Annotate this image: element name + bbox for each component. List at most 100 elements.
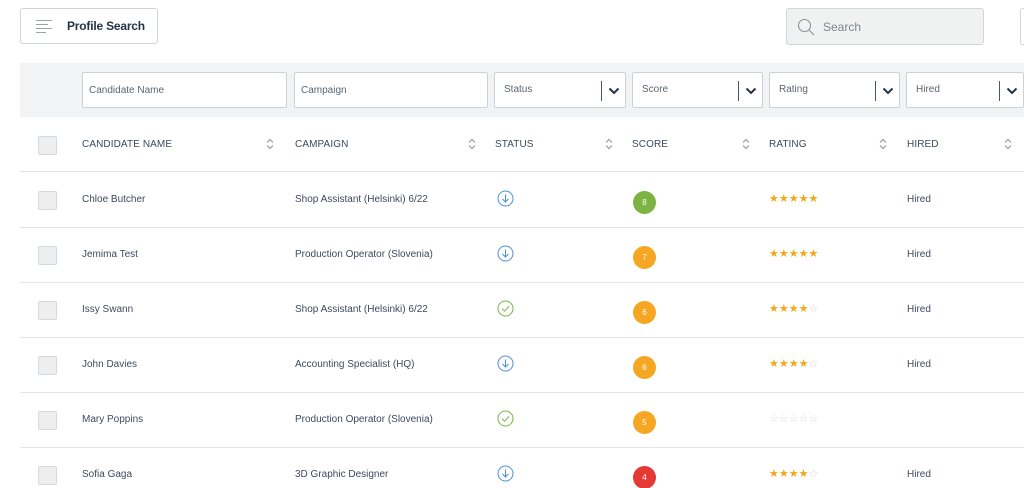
download-circle-icon[interactable] (497, 465, 514, 482)
star-filled-icon[interactable]: ★ (799, 358, 809, 370)
candidate-name-cell[interactable]: Mary Poppins (82, 414, 143, 425)
hired-cell: Hired (907, 469, 931, 480)
chevron-down-icon (608, 87, 620, 95)
rating-stars[interactable]: ☆☆☆☆☆ (769, 413, 819, 425)
campaign-filter[interactable] (294, 72, 488, 108)
score-badge: 8 (633, 191, 656, 214)
column-header-status[interactable]: STATUS (495, 139, 534, 150)
star-empty-icon[interactable]: ☆ (809, 358, 819, 370)
star-filled-icon[interactable]: ★ (779, 193, 789, 205)
star-filled-icon[interactable]: ★ (769, 468, 779, 480)
star-empty-icon[interactable]: ☆ (809, 468, 819, 480)
star-filled-icon[interactable]: ★ (779, 468, 789, 480)
hired-cell: Hired (907, 359, 931, 370)
star-filled-icon[interactable]: ★ (789, 193, 799, 205)
table-row[interactable]: Mary Poppins Production Operator (Sloveni… (20, 393, 1024, 448)
star-filled-icon[interactable]: ★ (769, 358, 779, 370)
rating-stars[interactable]: ★★★★★ (769, 193, 819, 205)
hired-filter-value: Hired (916, 84, 940, 95)
row-checkbox[interactable] (38, 411, 57, 430)
download-circle-icon[interactable] (497, 190, 514, 207)
star-empty-icon[interactable]: ☆ (809, 303, 819, 315)
rating-filter-select[interactable]: Rating (769, 72, 900, 108)
search-box[interactable] (786, 8, 984, 45)
table-row[interactable]: Issy Swann Shop Assistant (Helsinki) 6/22… (20, 283, 1024, 338)
rating-stars[interactable]: ★★★★☆ (769, 468, 819, 480)
table-row[interactable]: Sofia Gaga 3D Graphic Designer 4 ★★★★☆ Hired (20, 448, 1024, 488)
download-circle-icon[interactable] (497, 245, 514, 262)
status-filter-value: Status (504, 84, 533, 95)
candidate-name-filter[interactable] (82, 72, 287, 108)
sort-icon[interactable] (265, 138, 275, 150)
star-filled-icon[interactable]: ★ (799, 468, 809, 480)
rating-stars[interactable]: ★★★★☆ (769, 358, 819, 370)
sort-icon[interactable] (1003, 138, 1013, 150)
download-circle-icon[interactable] (497, 355, 514, 372)
row-checkbox[interactable] (38, 301, 57, 320)
star-empty-icon[interactable]: ☆ (769, 413, 779, 425)
check-circle-icon[interactable] (497, 410, 514, 427)
select-all-checkbox[interactable] (38, 136, 57, 155)
chevron-down-icon (1006, 87, 1018, 95)
star-filled-icon[interactable]: ★ (809, 248, 819, 260)
campaign-cell: 3D Graphic Designer (295, 469, 389, 480)
star-filled-icon[interactable]: ★ (799, 248, 809, 260)
overflow-button[interactable] (1020, 8, 1024, 45)
check-circle-icon[interactable] (497, 300, 514, 317)
candidate-name-cell[interactable]: Issy Swann (82, 304, 133, 315)
chevron-down-icon (882, 87, 894, 95)
star-filled-icon[interactable]: ★ (769, 193, 779, 205)
star-filled-icon[interactable]: ★ (809, 193, 819, 205)
star-empty-icon[interactable]: ☆ (789, 413, 799, 425)
star-filled-icon[interactable]: ★ (779, 248, 789, 260)
sort-icon[interactable] (741, 138, 751, 150)
column-header-rating[interactable]: RATING (769, 139, 807, 150)
row-checkbox[interactable] (38, 466, 57, 485)
star-filled-icon[interactable]: ★ (769, 303, 779, 315)
column-header-hired[interactable]: HIRED (907, 139, 939, 150)
star-empty-icon[interactable]: ☆ (799, 413, 809, 425)
star-empty-icon[interactable]: ☆ (779, 413, 789, 425)
column-header-campaign[interactable]: CAMPAIGN (295, 139, 348, 150)
hired-filter-select[interactable]: Hired (906, 72, 1024, 108)
sort-icon[interactable] (467, 138, 477, 150)
candidate-name-cell[interactable]: Chloe Butcher (82, 194, 145, 205)
table-row[interactable]: John Davies Accounting Specialist (HQ) 6 ★★… (20, 338, 1024, 393)
row-checkbox[interactable] (38, 356, 57, 375)
star-filled-icon[interactable]: ★ (789, 358, 799, 370)
campaign-cell: Production Operator (Slovenia) (295, 249, 433, 260)
campaign-cell: Production Operator (Slovenia) (295, 414, 433, 425)
star-filled-icon[interactable]: ★ (779, 303, 789, 315)
column-header-candidate-name[interactable]: CANDIDATE NAME (82, 139, 172, 150)
status-filter-select[interactable]: Status (494, 72, 626, 108)
column-header-score[interactable]: SCORE (632, 139, 668, 150)
rating-stars[interactable]: ★★★★★ (769, 248, 819, 260)
filter-bar: Status Score Rating Hired (20, 63, 1024, 117)
star-filled-icon[interactable]: ★ (799, 193, 809, 205)
candidate-name-cell[interactable]: John Davies (82, 359, 137, 370)
row-checkbox[interactable] (38, 246, 57, 265)
score-badge: 6 (633, 301, 656, 324)
rating-stars[interactable]: ★★★★☆ (769, 303, 819, 315)
hired-cell: Hired (907, 194, 931, 205)
sort-icon[interactable] (604, 138, 614, 150)
score-badge: 7 (633, 246, 656, 269)
row-checkbox[interactable] (38, 191, 57, 210)
search-input[interactable] (823, 17, 973, 37)
star-filled-icon[interactable]: ★ (789, 303, 799, 315)
sort-icon[interactable] (878, 138, 888, 150)
star-filled-icon[interactable]: ★ (779, 358, 789, 370)
table-row[interactable]: Chloe Butcher Shop Assistant (Helsinki) 6… (20, 173, 1024, 228)
candidate-name-cell[interactable]: Jemima Test (82, 249, 138, 260)
star-filled-icon[interactable]: ★ (769, 248, 779, 260)
candidate-name-cell[interactable]: Sofia Gaga (82, 469, 132, 480)
star-filled-icon[interactable]: ★ (789, 248, 799, 260)
score-filter-select[interactable]: Score (632, 72, 763, 108)
table-row[interactable]: Jemima Test Production Operator (Slovenia… (20, 228, 1024, 283)
profile-search-button[interactable]: Profile Search (20, 8, 158, 44)
campaign-cell: Shop Assistant (Helsinki) 6/22 (295, 194, 428, 205)
star-empty-icon[interactable]: ☆ (809, 413, 819, 425)
star-filled-icon[interactable]: ★ (789, 468, 799, 480)
star-filled-icon[interactable]: ★ (799, 303, 809, 315)
select-divider (738, 81, 739, 101)
